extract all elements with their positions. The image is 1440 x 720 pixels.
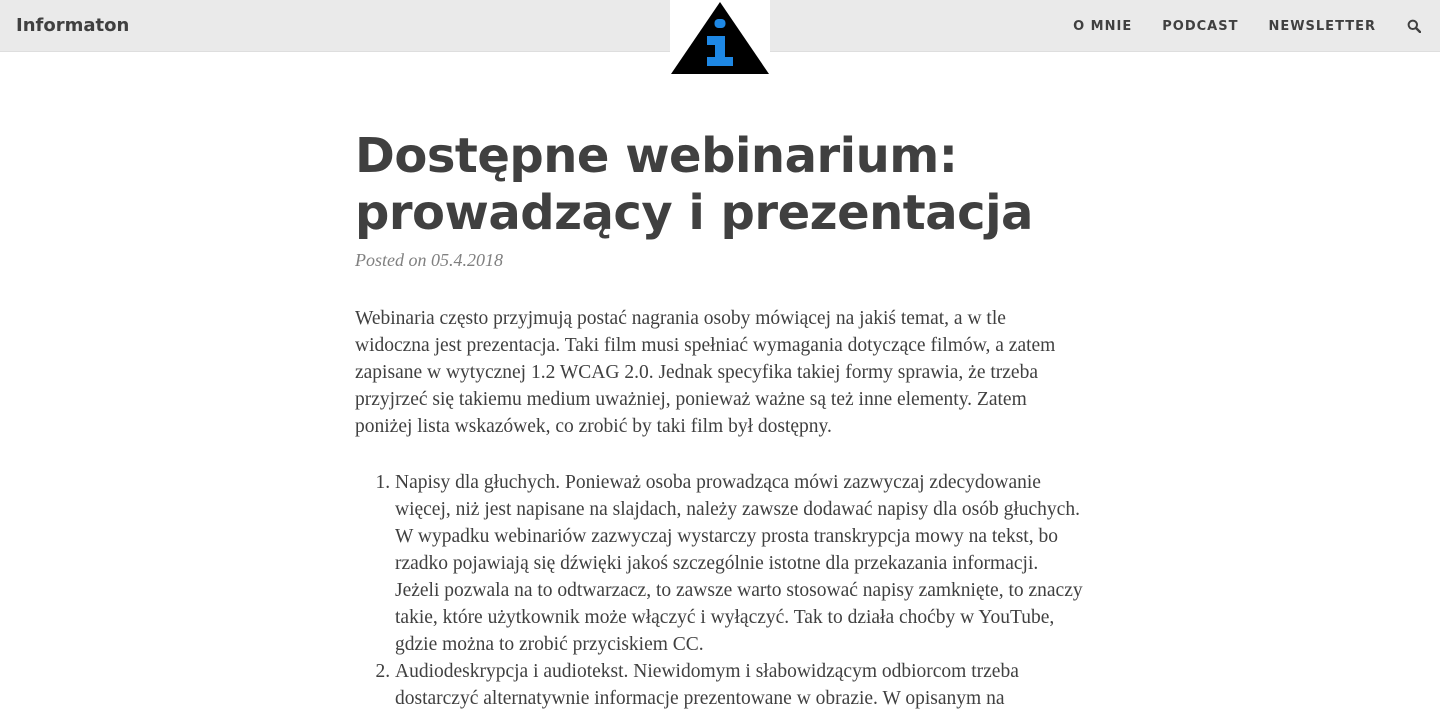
search-icon[interactable] <box>1406 18 1422 34</box>
nav-link-podcast[interactable]: PODCAST <box>1162 19 1238 34</box>
nav-link-o-mnie[interactable]: O MNIE <box>1073 19 1132 34</box>
site-brand-link[interactable]: Informaton <box>16 14 129 38</box>
post-date: Posted on 05.4.2018 <box>355 250 503 270</box>
tips-list: Napisy dla głuchych. Ponieważ osoba prow… <box>355 469 1085 712</box>
main-nav: O MNIE PODCAST NEWSLETTER <box>1043 0 1422 52</box>
site-logo[interactable] <box>670 0 770 76</box>
intro-paragraph: Webinaria często przyjmują postać nagran… <box>355 308 1056 437</box>
page-title: Dostępne webinarium: prowadzący i prezen… <box>355 128 1033 241</box>
article: Dostępne webinarium: prowadzący i prezen… <box>355 128 1085 712</box>
list-item: Audiodeskrypcja i audiotekst. Niewidomym… <box>395 658 1085 712</box>
nav-link-newsletter[interactable]: NEWSLETTER <box>1268 19 1376 34</box>
post-body: Webinaria często przyjmują postać nagran… <box>355 305 1085 712</box>
list-item: Napisy dla głuchych. Ponieważ osoba prow… <box>395 469 1085 658</box>
